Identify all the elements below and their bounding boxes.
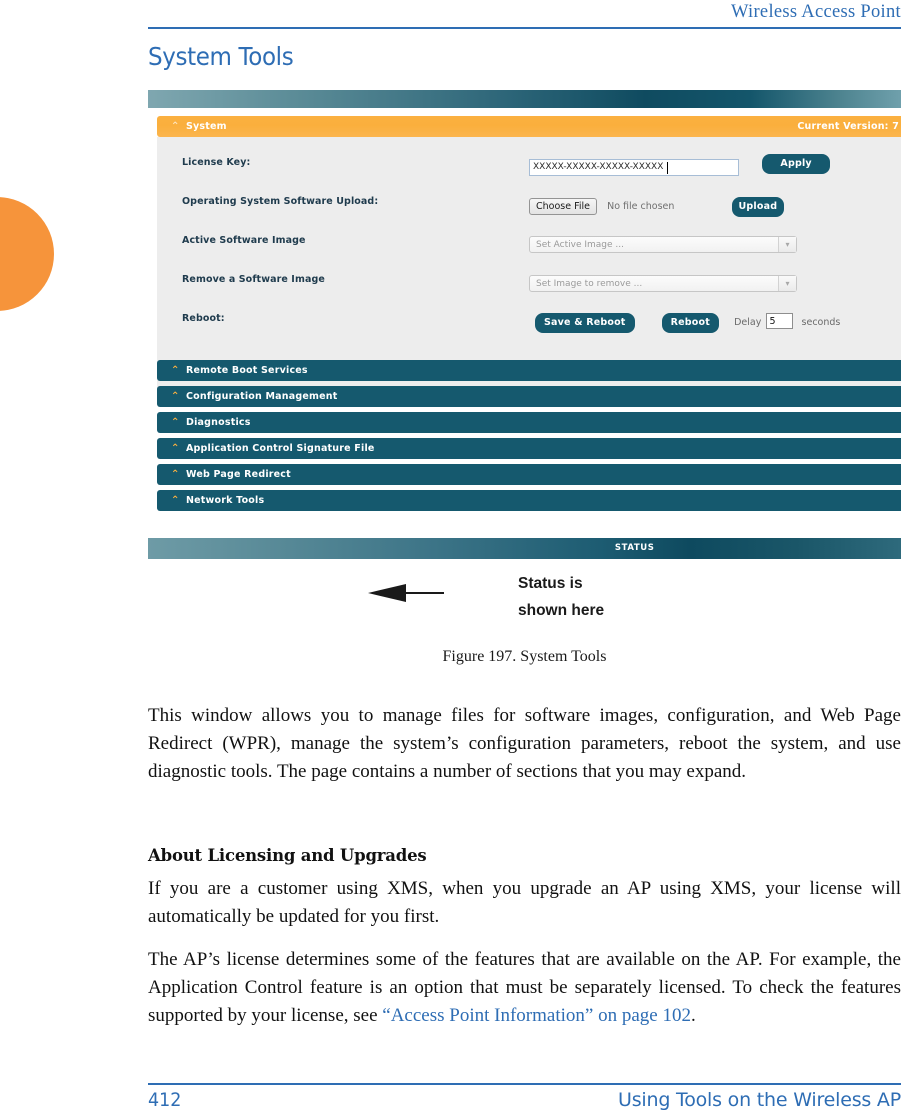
status-bar-label: STATUS xyxy=(614,543,655,553)
chevron-up-icon: ⌃ xyxy=(171,417,180,428)
figure-caption: Figure 197. System Tools xyxy=(442,648,607,665)
delay-input[interactable]: 5 xyxy=(766,312,794,329)
remove-image-select-value: Set Image to remove ... xyxy=(536,279,643,289)
chevron-down-icon[interactable]: ▾ xyxy=(778,237,796,252)
save-and-reboot-button[interactable]: Save & Reboot xyxy=(535,313,635,333)
section-header-configuration-management[interactable]: ⌃ Configuration Management xyxy=(157,386,901,407)
upload-button[interactable]: Upload xyxy=(731,197,785,217)
footer-rule xyxy=(148,1083,901,1085)
license-key-input[interactable]: XXXXX-XXXXX-XXXXX-XXXXX xyxy=(529,159,739,176)
section-label: Remote Boot Services xyxy=(186,365,308,376)
section-header-application-control-signature-file[interactable]: ⌃ Application Control Signature File xyxy=(157,438,901,459)
section-label: Application Control Signature File xyxy=(186,443,375,454)
margin-thumb-tab xyxy=(0,197,54,311)
license-key-value: XXXXX-XXXXX-XXXXX-XXXXX xyxy=(533,162,664,172)
section-label: Web Page Redirect xyxy=(186,469,291,480)
form-row-reboot: Reboot: Save & Reboot Reboot Delay 5 sec… xyxy=(157,311,901,350)
active-image-select[interactable]: Set Active Image ... ▾ xyxy=(529,236,797,253)
callout-line-2: shown here xyxy=(518,602,605,619)
section-label: Configuration Management xyxy=(186,391,338,402)
os-upload-label: Operating System Software Upload: xyxy=(182,196,379,207)
ui-top-gradient-bar xyxy=(148,90,901,108)
remove-image-label: Remove a Software Image xyxy=(182,274,325,285)
section-label: Diagnostics xyxy=(186,417,251,428)
current-version-label: Current Version: 7 xyxy=(797,121,899,132)
callout-text: Status is shown here xyxy=(518,570,604,624)
chevron-up-icon: ⌃ xyxy=(171,495,180,506)
reboot-button[interactable]: Reboot xyxy=(661,313,719,333)
section-header-web-page-redirect[interactable]: ⌃ Web Page Redirect xyxy=(157,464,901,485)
section-header-network-tools[interactable]: ⌃ Network Tools xyxy=(157,490,901,511)
form-row-license-key: License Key: XXXXX-XXXXX-XXXXX-XXXXX App… xyxy=(157,154,901,194)
callout-annotation: Status is shown here xyxy=(366,570,626,630)
form-row-os-upload: Operating System Software Upload: Choose… xyxy=(157,194,901,233)
system-form-body: License Key: XXXXX-XXXXX-XXXXX-XXXXX App… xyxy=(157,137,901,397)
header-rule xyxy=(148,27,901,29)
license-key-label: License Key: xyxy=(182,157,251,168)
chevron-up-icon: ⌃ xyxy=(171,443,180,454)
running-header: Wireless Access Point xyxy=(731,2,901,22)
reboot-label: Reboot: xyxy=(182,313,225,324)
section-header-system[interactable]: ⌃ System Current Version: 7 xyxy=(157,116,901,137)
paragraph-intro: This window allows you to manage files f… xyxy=(148,705,901,783)
chevron-up-icon: ⌃ xyxy=(171,391,180,402)
active-image-label: Active Software Image xyxy=(182,235,306,246)
chevron-up-icon: ⌃ xyxy=(171,365,180,376)
form-row-active-image: Active Software Image Set Active Image .… xyxy=(157,233,901,272)
seconds-label: seconds xyxy=(801,317,841,328)
footer-section-title: Using Tools on the Wireless AP xyxy=(618,1089,901,1111)
callout-line-1: Status is xyxy=(518,575,583,592)
section-header-remote-boot-services[interactable]: ⌃ Remote Boot Services xyxy=(157,360,901,381)
figure-screenshot: ⌃ System Current Version: 7 License Key:… xyxy=(148,90,901,635)
choose-file-button[interactable]: Choose File xyxy=(529,198,597,215)
text-caret xyxy=(667,162,668,174)
subheading-about-licensing: About Licensing and Upgrades xyxy=(148,846,427,865)
section-header-system-label: System xyxy=(186,121,227,132)
chevron-down-icon[interactable]: ▾ xyxy=(778,276,796,291)
page-title: System Tools xyxy=(148,42,294,71)
cross-reference-link[interactable]: “Access Point Information” on page 102 xyxy=(382,1005,691,1026)
apply-button[interactable]: Apply xyxy=(762,154,831,174)
chevron-up-icon: ⌃ xyxy=(171,121,180,132)
active-image-select-value: Set Active Image ... xyxy=(536,240,624,250)
section-label: Network Tools xyxy=(186,495,265,506)
delay-label: Delay xyxy=(734,317,762,328)
status-bar: STATUS xyxy=(148,538,901,559)
file-status-text: No file chosen xyxy=(607,201,675,212)
chevron-up-icon: ⌃ xyxy=(171,469,180,480)
paragraph-text-after-link: . xyxy=(690,1005,696,1027)
form-row-remove-image: Remove a Software Image Set Image to rem… xyxy=(157,272,901,311)
section-header-diagnostics[interactable]: ⌃ Diagnostics xyxy=(157,412,901,433)
paragraph-xms-licensing: If you are a customer using XMS, when yo… xyxy=(148,878,901,928)
paragraph-license-features: The AP’s license determines some of the … xyxy=(148,946,901,1031)
left-arrow-icon xyxy=(368,584,444,602)
remove-image-select[interactable]: Set Image to remove ... ▾ xyxy=(529,275,797,292)
